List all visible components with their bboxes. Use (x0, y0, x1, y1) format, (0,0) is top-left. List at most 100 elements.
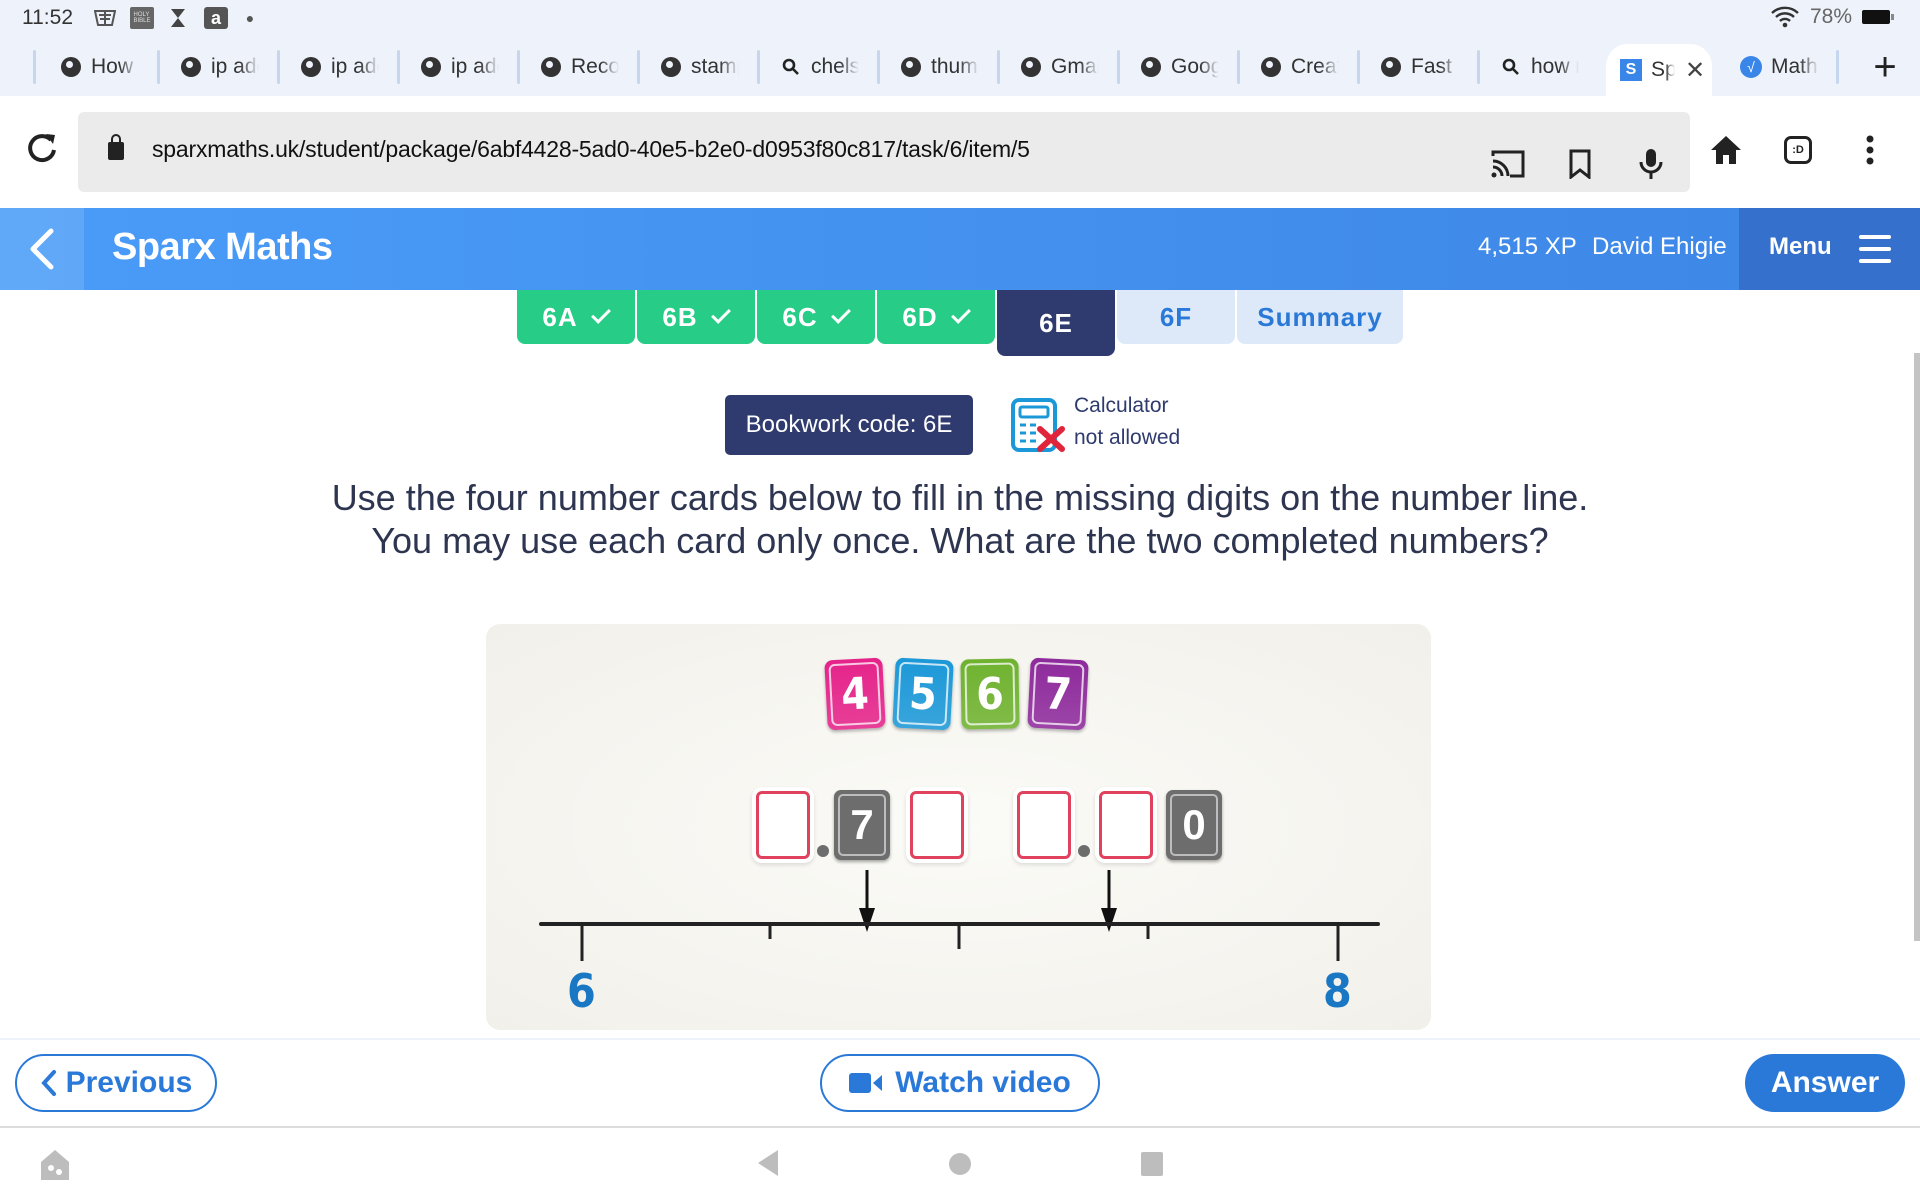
browser-tab[interactable]: Gmail (1020, 44, 1099, 90)
browser-tab-label: ip addr (331, 55, 379, 78)
task-tab-6c[interactable]: 6C (757, 290, 875, 344)
battery-percent: 78% (1809, 5, 1852, 28)
browser-tab[interactable]: ip addr (180, 44, 259, 90)
more-icon (1866, 135, 1874, 165)
tab-separator (517, 50, 520, 84)
mic-icon (1639, 149, 1663, 179)
amazon-icon: a (204, 7, 228, 29)
answer-button[interactable]: Answer (1745, 1054, 1905, 1112)
previous-button[interactable]: Previous (15, 1054, 217, 1112)
browser-tab[interactable]: Creat (1260, 44, 1339, 90)
hamburger-icon (1859, 235, 1891, 263)
chevron-left-icon (30, 228, 54, 270)
globe-icon (60, 56, 82, 78)
home-button[interactable] (1706, 130, 1746, 170)
voice-search-button[interactable] (1631, 144, 1671, 184)
task-tab-6e[interactable]: 6E (997, 290, 1115, 356)
cast-icon (1491, 150, 1525, 178)
new-tab-button[interactable]: + (1870, 44, 1900, 90)
browser-tab-label: Sparx (1651, 58, 1675, 81)
browser-tab[interactable]: ip addr (420, 44, 499, 90)
cast-button[interactable] (1488, 144, 1528, 184)
globe-icon (1020, 56, 1042, 78)
task-tab-label: Summary (1257, 301, 1383, 332)
browser-tab[interactable]: Record (540, 44, 619, 90)
nav-home-icon[interactable] (948, 1152, 972, 1176)
tab-separator (997, 50, 1000, 84)
task-tab-label: 6B (662, 301, 698, 332)
browser-tab[interactable]: ip addr (300, 44, 379, 90)
reload-button[interactable] (22, 130, 62, 170)
browser-tab[interactable]: Fast c (1380, 44, 1459, 90)
menu-button[interactable]: Menu (1739, 208, 1920, 290)
task-tab-summary[interactable]: Summary (1237, 290, 1403, 344)
back-button[interactable] (0, 208, 84, 290)
close-tab-icon[interactable]: ✕ (1685, 56, 1705, 85)
assistant-icon[interactable] (38, 1148, 72, 1182)
browser-tab-label: Googl (1171, 55, 1219, 78)
globe-icon (1260, 56, 1282, 78)
calculator-status-line1: Calculator (1074, 394, 1169, 417)
extension-icon: :D (1784, 136, 1812, 164)
browser-tab-label: chelse (811, 55, 859, 78)
tab-separator (1836, 50, 1839, 84)
tab-separator (157, 50, 160, 84)
task-tab-label: 6E (1039, 307, 1073, 338)
tab-separator (1477, 50, 1480, 84)
url-text[interactable]: sparxmaths.uk/student/package/6abf4428-5… (152, 136, 1030, 163)
address-bar[interactable]: sparxmaths.uk/student/package/6abf4428-5… (78, 112, 1690, 192)
browser-tab-strip: How do ip addr ip addr ip addr Record stamp ch… (0, 36, 1920, 96)
dot-icon: ● (245, 10, 255, 26)
browser-tab[interactable]: thumb (900, 44, 979, 90)
tab-separator (33, 50, 36, 84)
bookmark-button[interactable] (1560, 144, 1600, 184)
browser-tab[interactable]: S Sparx ✕ (1606, 44, 1712, 96)
page-scrollbar[interactable] (1914, 353, 1920, 941)
chevron-left-icon (40, 1070, 56, 1096)
check-icon (710, 304, 731, 324)
browser-tab[interactable]: Googl (1140, 44, 1219, 90)
task-tab-label: 6D (902, 301, 938, 332)
app-logo[interactable]: Sparx Maths (112, 226, 333, 269)
search-icon (1500, 56, 1522, 78)
browser-tab[interactable]: stamp (660, 44, 739, 90)
browser-tab[interactable]: How do (60, 44, 139, 90)
task-tab-6b[interactable]: 6B (637, 290, 755, 344)
xp-counter: 4,515 XP (1478, 233, 1577, 260)
watch-video-button[interactable]: Watch video (820, 1054, 1100, 1112)
nav-recents-icon[interactable] (1140, 1151, 1164, 1177)
browser-tab-label: ip addr (451, 55, 499, 78)
calculator-not-allowed-icon (1011, 398, 1065, 452)
home-icon (1711, 136, 1741, 164)
user-name: David Ehigie (1592, 233, 1727, 260)
bible-app-icon: HOLY BIBLE (130, 7, 154, 29)
browser-toolbar: sparxmaths.uk/student/package/6abf4428-5… (0, 96, 1920, 208)
globe-icon (1380, 56, 1402, 78)
task-tab-6a[interactable]: 6A (517, 290, 635, 344)
bookwork-code-badge: Bookwork code: 6E (725, 395, 973, 455)
check-icon (950, 304, 971, 324)
question-text: Use the four number cards below to fill … (0, 476, 1920, 562)
menu-label: Menu (1769, 233, 1832, 260)
task-tab-label: 6F (1159, 301, 1193, 332)
globe-icon (300, 56, 322, 78)
browser-tab[interactable]: √ Math (1740, 44, 1819, 90)
browser-tab-label: Gmail (1051, 55, 1099, 78)
reload-icon (28, 134, 56, 163)
math-icon: √ (1740, 56, 1762, 78)
nav-back-icon[interactable] (756, 1148, 780, 1178)
clock: 11:52 (22, 6, 73, 29)
extension-button[interactable]: :D (1778, 130, 1818, 170)
tab-separator (1357, 50, 1360, 84)
task-tab-6d[interactable]: 6D (877, 290, 995, 344)
tab-separator (277, 50, 280, 84)
browser-tab[interactable]: how r (1500, 44, 1579, 90)
system-indicators: 78% (1770, 5, 1894, 29)
task-tab-6f[interactable]: 6F (1117, 290, 1235, 344)
check-icon (590, 304, 611, 324)
more-menu-button[interactable] (1850, 130, 1890, 170)
globe-icon (660, 56, 682, 78)
browser-tab[interactable]: chelse (780, 44, 859, 90)
battery-icon (1862, 10, 1894, 24)
bookmark-icon (1569, 149, 1591, 179)
